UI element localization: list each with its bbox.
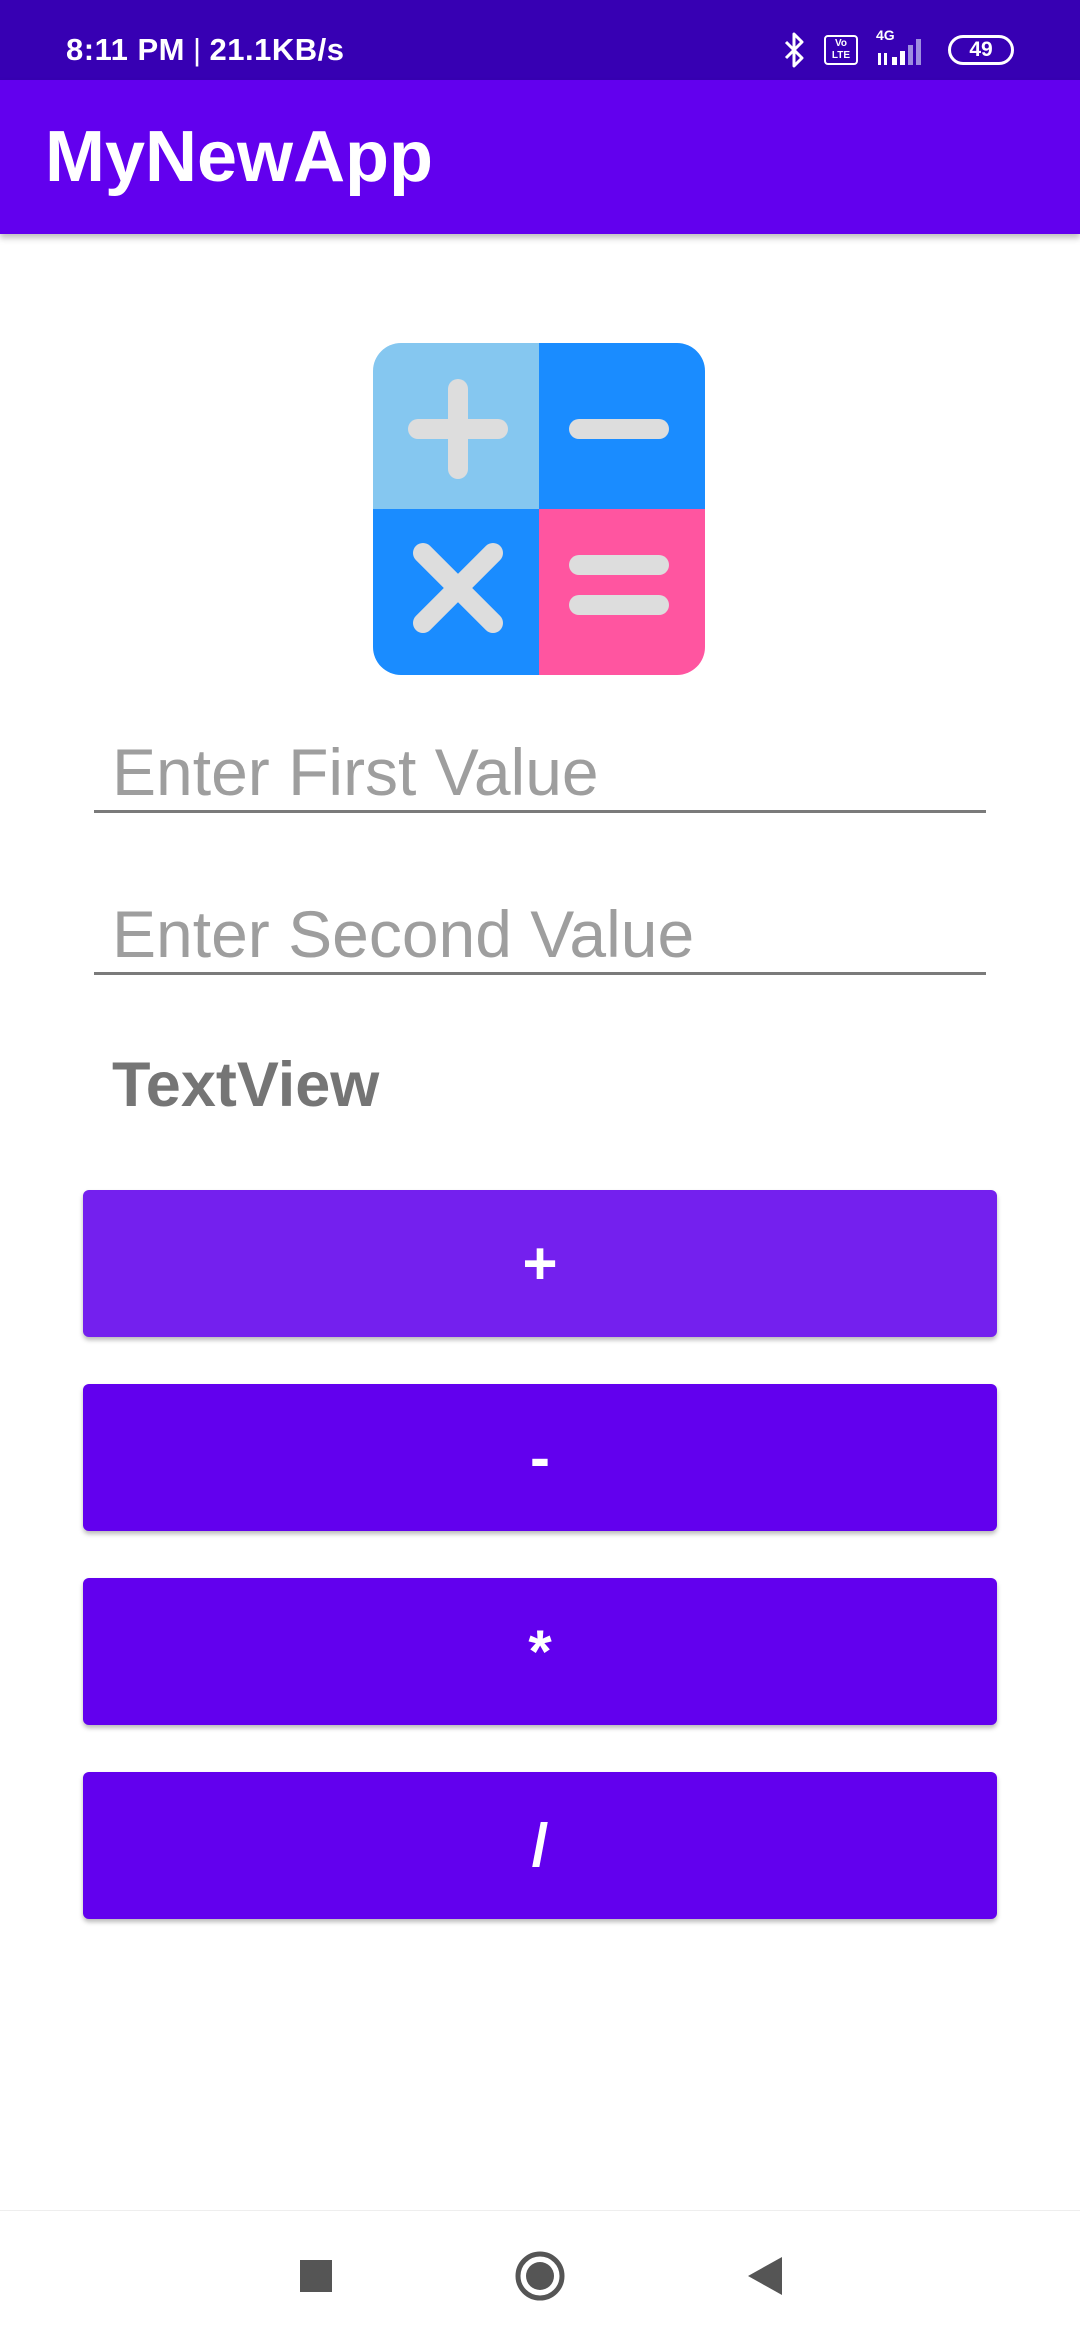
battery-icon: 49 — [948, 35, 1014, 65]
add-button[interactable]: + — [83, 1190, 997, 1337]
result-text: TextView — [112, 1050, 380, 1120]
volte-icon: Vo LTE — [824, 35, 858, 65]
circle-icon — [515, 2251, 565, 2301]
navigation-bar — [0, 2210, 1080, 2341]
back-button[interactable] — [735, 2211, 795, 2341]
multiply-button[interactable]: * — [83, 1578, 997, 1725]
bluetooth-icon — [784, 32, 804, 68]
second-value-input[interactable] — [94, 895, 986, 975]
app-title: MyNewApp — [45, 117, 434, 197]
first-value-input[interactable] — [94, 733, 986, 813]
status-network-speed: 21.1KB/s — [209, 32, 345, 67]
triangle-back-icon — [748, 2257, 782, 2295]
app-bar: MyNewApp — [0, 80, 1080, 234]
calculator-icon — [373, 343, 705, 675]
recents-button[interactable] — [286, 2211, 346, 2341]
status-bar: 8:11 PM | 21.1KB/s Vo LTE 4G 49 — [0, 0, 1080, 80]
signal-icon: 4G — [876, 27, 930, 67]
square-icon — [300, 2260, 332, 2292]
home-button[interactable] — [505, 2211, 575, 2341]
status-separator: | — [192, 32, 202, 67]
subtract-button[interactable]: - — [83, 1384, 997, 1531]
status-left: 8:11 PM | 21.1KB/s — [66, 0, 344, 80]
status-icons: Vo LTE 4G 49 — [764, 27, 1014, 68]
status-time: 8:11 PM — [66, 32, 185, 67]
divide-button[interactable]: / — [83, 1772, 997, 1919]
